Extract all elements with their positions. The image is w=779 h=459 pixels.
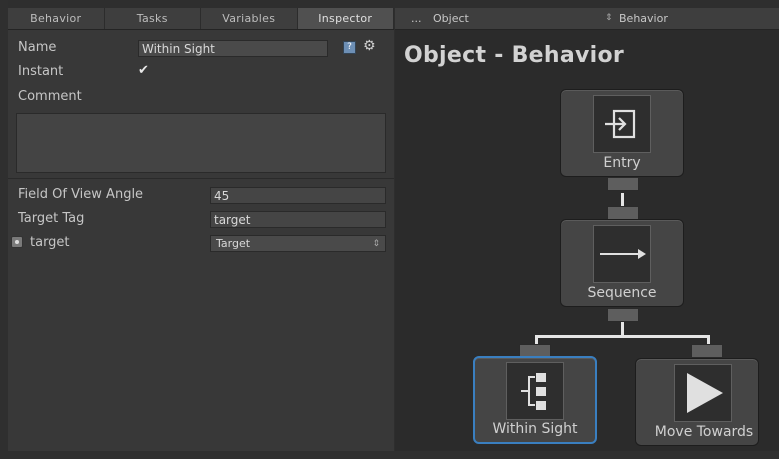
comment-label: Comment bbox=[18, 89, 82, 104]
tab-variables[interactable]: Variables bbox=[201, 8, 298, 29]
node-within-sight-label: Within Sight bbox=[492, 421, 578, 437]
inspector-panel: Name Within Sight ? ⚙ Instant ✔ Comment … bbox=[8, 30, 394, 451]
instant-label: Instant bbox=[18, 64, 64, 79]
panel-tab-bar: Behavior Tasks Variables Inspector bbox=[8, 8, 394, 30]
behavior-graph-panel[interactable]: ... Object ⇕ Behavior Object - Behavior … bbox=[395, 8, 779, 451]
entry-icon bbox=[593, 95, 651, 153]
task-name-field[interactable]: Within Sight bbox=[138, 40, 328, 57]
node-sequence[interactable]: Sequence bbox=[560, 219, 684, 307]
object-selector[interactable]: Object bbox=[433, 8, 469, 29]
tab-tasks[interactable]: Tasks bbox=[105, 8, 201, 29]
sequence-output-connector[interactable] bbox=[607, 308, 639, 322]
graph-toolbar: ... Object ⇕ Behavior bbox=[395, 8, 779, 30]
instant-checkbox[interactable]: ✔ bbox=[138, 63, 149, 78]
target-tag-label: Target Tag bbox=[18, 211, 85, 226]
target-tag-field[interactable]: target bbox=[210, 211, 386, 228]
node-within-sight[interactable]: Within Sight bbox=[473, 356, 597, 444]
section-divider bbox=[8, 178, 394, 179]
node-move-towards[interactable]: Move Towards bbox=[635, 358, 759, 446]
comment-textarea[interactable] bbox=[16, 113, 386, 173]
play-icon bbox=[674, 364, 732, 422]
name-label: Name bbox=[18, 40, 57, 55]
wire-horizontal-branch bbox=[535, 335, 710, 338]
sequence-arrow-icon bbox=[593, 225, 651, 283]
graph-menu-button[interactable]: ... bbox=[411, 8, 422, 29]
window-border-bottom bbox=[0, 451, 779, 459]
node-sequence-label: Sequence bbox=[587, 285, 657, 301]
node-entry[interactable]: Entry bbox=[560, 89, 684, 177]
behavior-selector[interactable]: Behavior bbox=[619, 8, 668, 29]
entry-output-connector[interactable] bbox=[607, 177, 639, 191]
node-entry-label: Entry bbox=[603, 155, 641, 171]
help-icon[interactable]: ? bbox=[343, 41, 356, 54]
target-variable-select[interactable]: Target ⇕ bbox=[210, 235, 386, 252]
fov-field[interactable]: 45 bbox=[210, 187, 386, 204]
graph-title: Object - Behavior bbox=[404, 43, 625, 68]
tab-inspector[interactable]: Inspector bbox=[297, 8, 394, 29]
object-dropdown-arrow-icon[interactable]: ⇕ bbox=[605, 8, 613, 29]
move-towards-input-connector[interactable] bbox=[691, 344, 723, 358]
tab-behavior[interactable]: Behavior bbox=[8, 8, 105, 29]
fov-label: Field Of View Angle bbox=[18, 187, 144, 202]
sequence-input-connector[interactable] bbox=[607, 206, 639, 220]
conditional-icon bbox=[506, 362, 564, 420]
target-variable-value: Target bbox=[216, 237, 251, 250]
node-move-towards-label: Move Towards bbox=[654, 424, 754, 440]
select-arrow-icon: ⇕ bbox=[372, 239, 380, 249]
gear-icon[interactable]: ⚙ bbox=[363, 38, 376, 54]
target-variable-label: target bbox=[30, 235, 70, 250]
window-border-left bbox=[0, 0, 8, 459]
shared-variable-toggle-icon[interactable] bbox=[11, 236, 23, 248]
